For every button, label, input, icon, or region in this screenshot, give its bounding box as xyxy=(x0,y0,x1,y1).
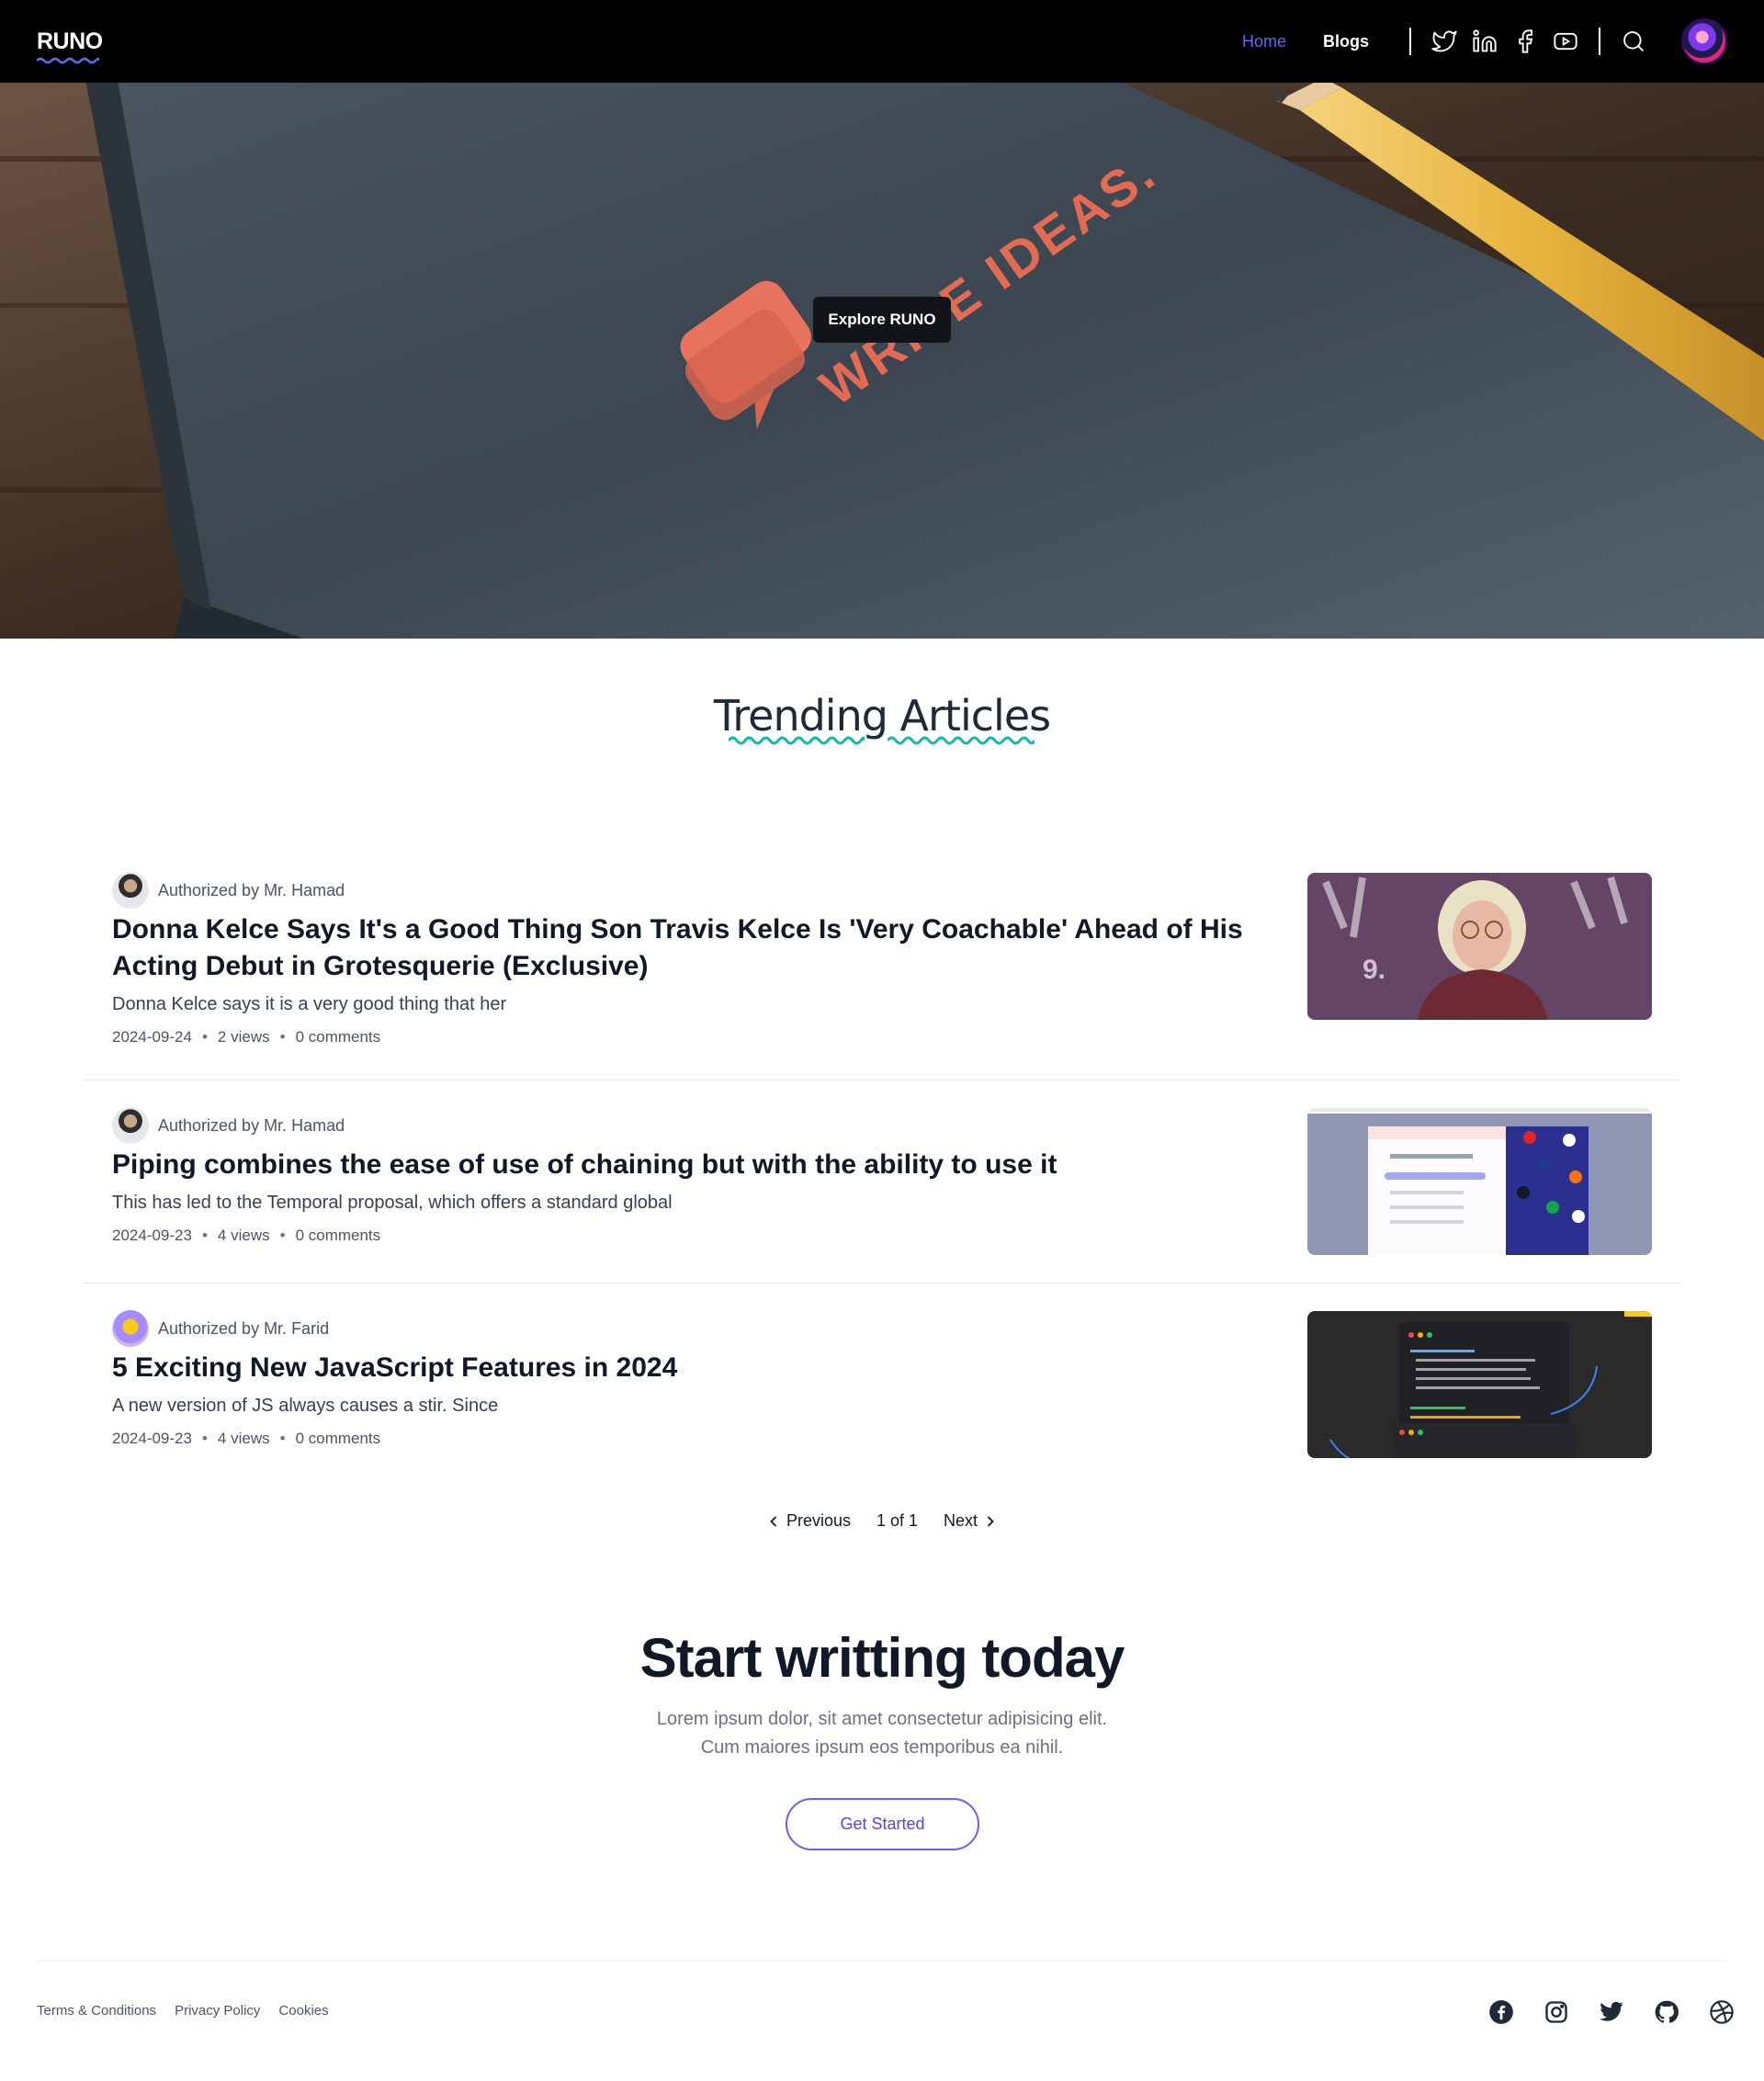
article-meta: 2024-09-23 • 4 views • 0 comments xyxy=(112,1430,380,1448)
hero-image: WRITE IDEAS. xyxy=(0,83,1764,639)
article-thumbnail[interactable] xyxy=(1307,1311,1652,1458)
privacy-link[interactable]: Privacy Policy xyxy=(175,2003,260,2019)
previous-label: Previous xyxy=(786,1511,851,1530)
author-avatar xyxy=(112,1107,149,1144)
nav-blogs[interactable]: Blogs xyxy=(1323,32,1369,51)
article-author: Authorized by Mr. Hamad xyxy=(112,1107,345,1144)
page-indicator: 1 of 1 xyxy=(876,1511,919,1530)
title-squiggle-right xyxy=(888,736,1035,745)
article-card[interactable]: Authorized by Mr. Farid 5 Exciting New J… xyxy=(85,1302,1679,1486)
cookies-link[interactable]: Cookies xyxy=(278,2003,328,2019)
trending-title: Trending Articles xyxy=(713,691,1051,741)
logo-squiggle xyxy=(37,57,99,63)
article-excerpt: Donna Kelce says it is a very good thing… xyxy=(112,994,507,1014)
nav-divider-2 xyxy=(1599,28,1600,55)
author-avatar xyxy=(112,1310,149,1347)
meta-dot: • xyxy=(279,1227,286,1244)
article-thumbnail[interactable]: 9. xyxy=(1307,873,1652,1020)
terms-link[interactable]: Terms & Conditions xyxy=(37,2003,156,2019)
chevron-right-icon xyxy=(987,1515,994,1527)
article-comments: 0 comments xyxy=(295,1227,381,1244)
instagram-icon[interactable] xyxy=(1538,1994,1575,2030)
article-views: 4 views xyxy=(217,1227,270,1244)
footer-divider xyxy=(37,1961,1727,1962)
hero-banner: WRITE IDEAS. Explore RUNO xyxy=(0,83,1764,639)
nav-divider xyxy=(1409,28,1411,55)
article-comments: 0 comments xyxy=(295,1430,381,1447)
meta-dot: • xyxy=(201,1430,208,1447)
article-comments: 0 comments xyxy=(295,1028,381,1046)
facebook-icon[interactable] xyxy=(1483,1994,1520,2030)
article-meta: 2024-09-23 • 4 views • 0 comments xyxy=(112,1227,380,1245)
meta-dot: • xyxy=(279,1430,286,1447)
top-navbar: RUNO Home Blogs xyxy=(0,0,1764,83)
next-label: Next xyxy=(944,1511,978,1530)
main-nav: Home Blogs xyxy=(1242,18,1727,64)
article-excerpt: This has led to the Temporal proposal, w… xyxy=(112,1193,673,1213)
author-name: Authorized by Mr. Farid xyxy=(158,1318,330,1338)
svg-text:9.: 9. xyxy=(1363,955,1385,985)
cta-text: Lorem ipsum dolor, sit amet consectetur … xyxy=(656,1709,1108,1758)
get-started-button[interactable]: Get Started xyxy=(786,1798,979,1850)
author-name: Authorized by Mr. Hamad xyxy=(158,1115,345,1135)
article-views: 2 views xyxy=(217,1028,270,1046)
article-author: Authorized by Mr. Farid xyxy=(112,1310,329,1347)
footer-social xyxy=(1464,1994,1740,2030)
footer-links: Terms & Conditions Privacy Policy Cookie… xyxy=(37,2003,347,2019)
meta-dot: • xyxy=(201,1227,208,1244)
pagination: Previous 1 of 1 Next xyxy=(0,1511,1764,1531)
next-page-button[interactable]: Next xyxy=(944,1511,1000,1531)
dribbble-icon[interactable] xyxy=(1703,1994,1740,2030)
article-meta: 2024-09-24 • 2 views • 0 comments xyxy=(112,1028,380,1046)
facebook-icon[interactable] xyxy=(1505,21,1545,62)
explore-runo-button[interactable]: Explore RUNO xyxy=(813,297,951,343)
article-date: 2024-09-23 xyxy=(112,1227,192,1244)
nav-home[interactable]: Home xyxy=(1242,32,1286,51)
author-avatar xyxy=(112,872,149,909)
github-icon[interactable] xyxy=(1648,1994,1685,2030)
youtube-icon[interactable] xyxy=(1545,21,1586,62)
chevron-left-icon xyxy=(770,1515,777,1527)
author-name: Authorized by Mr. Hamad xyxy=(158,880,345,899)
article-card[interactable]: Authorized by Mr. Hamad Piping combines … xyxy=(85,1099,1679,1283)
article-divider xyxy=(85,1283,1679,1284)
site-logo[interactable]: RUNO xyxy=(37,28,103,63)
previous-page-button[interactable]: Previous xyxy=(764,1511,851,1531)
article-date: 2024-09-23 xyxy=(112,1430,192,1447)
article-title[interactable]: 5 Exciting New JavaScript Features in 20… xyxy=(112,1350,1306,1386)
article-title[interactable]: Donna Kelce Says It's a Good Thing Son T… xyxy=(112,911,1306,985)
linkedin-icon[interactable] xyxy=(1464,21,1505,62)
user-avatar[interactable] xyxy=(1681,18,1727,64)
meta-dot: • xyxy=(201,1028,208,1046)
title-squiggle-left xyxy=(729,736,865,745)
article-card[interactable]: Authorized by Mr. Hamad Donna Kelce Says… xyxy=(85,864,1679,1066)
twitter-icon[interactable] xyxy=(1424,21,1464,62)
article-title[interactable]: Piping combines the ease of use of chain… xyxy=(112,1147,1306,1183)
article-date: 2024-09-24 xyxy=(112,1028,192,1046)
article-views: 4 views xyxy=(217,1430,270,1447)
article-author: Authorized by Mr. Hamad xyxy=(112,872,345,909)
article-excerpt: A new version of JS always causes a stir… xyxy=(112,1396,499,1416)
site-logo-text: RUNO xyxy=(37,28,103,54)
cta-title: Start writting today xyxy=(639,1627,1125,1689)
article-thumbnail[interactable] xyxy=(1307,1108,1652,1255)
search-icon[interactable] xyxy=(1613,21,1654,62)
meta-dot: • xyxy=(279,1028,286,1046)
twitter-icon[interactable] xyxy=(1593,1994,1630,2030)
